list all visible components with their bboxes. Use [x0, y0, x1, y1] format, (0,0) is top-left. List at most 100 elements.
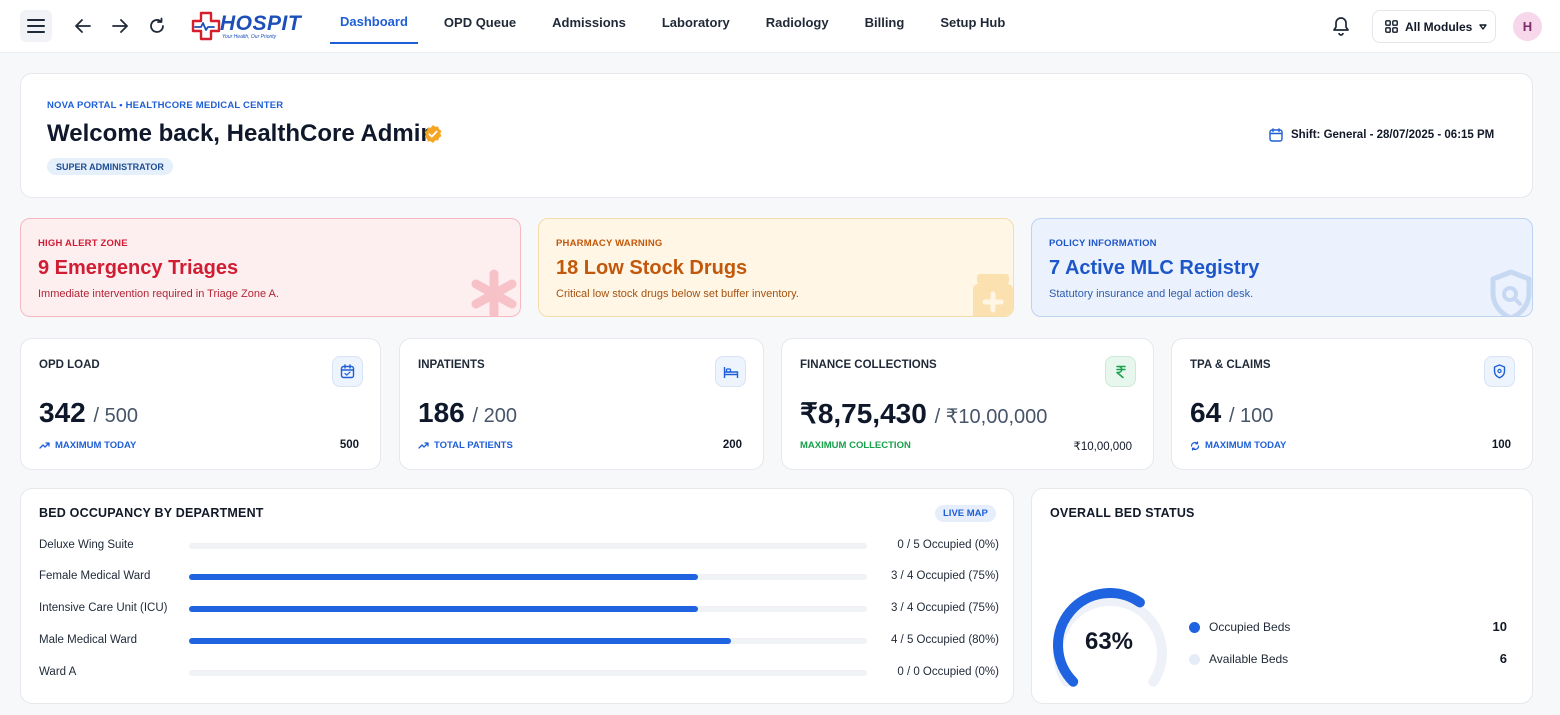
- pharmacy-alert-card[interactable]: PHARMACY WARNING 18 Low Stock Drugs Crit…: [538, 218, 1014, 317]
- occupancy-bar: [189, 574, 867, 580]
- user-avatar[interactable]: H: [1513, 12, 1542, 41]
- alert-kicker: HIGH ALERT ZONE: [38, 238, 128, 249]
- stat-value: 64 / 100: [1190, 397, 1273, 429]
- occupancy-stat: 4 / 5 Occupied (80%): [890, 634, 999, 646]
- grid-icon: [1385, 20, 1398, 33]
- tab-laboratory[interactable]: Laboratory: [652, 0, 740, 44]
- sync-icon: [1190, 440, 1200, 451]
- stat-label: INPATIENTS: [418, 359, 485, 371]
- emergency-alert-card[interactable]: HIGH ALERT ZONE 9 Emergency Triages Imme…: [20, 218, 521, 317]
- tab-dashboard[interactable]: Dashboard: [330, 0, 418, 44]
- department-name: Female Medical Ward: [39, 570, 151, 582]
- occupancy-bar: [189, 606, 867, 612]
- calendar-icon: [1269, 128, 1283, 142]
- asterisk-icon: [471, 269, 517, 316]
- alert-description: Critical low stock drugs below set buffe…: [556, 288, 799, 300]
- welcome-card: NOVA PORTAL • HEALTHCORE MEDICAL CENTER …: [20, 73, 1533, 198]
- stat-footnote: MAXIMUM TODAY: [1190, 440, 1286, 451]
- occupancy-percent: 63%: [1084, 628, 1134, 655]
- top-navigation-bar: HOSPIT Your Health, Our Priority Dashboa…: [0, 0, 1560, 53]
- occupancy-bar-fill: [189, 606, 698, 612]
- shift-text: Shift: General - 28/07/2025 - 06:15 PM: [1291, 129, 1495, 141]
- stat-current: 64: [1190, 397, 1222, 428]
- occupancy-bar-fill: [189, 574, 698, 580]
- alert-kicker: PHARMACY WARNING: [556, 238, 663, 249]
- shift-info: Shift: General - 28/07/2025 - 06:15 PM: [1269, 128, 1494, 142]
- refresh-icon[interactable]: [145, 14, 169, 38]
- tpa-claims-card[interactable]: TPA & CLAIMS 64 / 100 MAXIMUM TODAY 100: [1171, 338, 1533, 470]
- occupancy-stat: 3 / 4 Occupied (75%): [890, 602, 999, 614]
- opd-load-card[interactable]: OPD LOAD 342 / 500 MAXIMUM TODAY 500: [20, 338, 381, 470]
- breadcrumb: NOVA PORTAL • HEALTHCORE MEDICAL CENTER: [47, 100, 284, 111]
- overall-bed-status-card: OVERALL BED STATUS 63% Occupied Beds 10 …: [1031, 488, 1533, 704]
- tab-setup-hub[interactable]: Setup Hub: [930, 0, 1015, 44]
- stat-foot-label: TOTAL PATIENTS: [434, 440, 513, 451]
- stat-current: 186: [418, 397, 465, 428]
- department-name: Intensive Care Unit (ICU): [39, 602, 168, 614]
- stat-max: / ₹10,00,000: [934, 406, 1048, 428]
- notification-bell-icon[interactable]: [1329, 14, 1353, 38]
- main-tabs: Dashboard OPD Queue Admissions Laborator…: [330, 0, 1031, 53]
- live-map-badge[interactable]: LIVE MAP: [935, 505, 996, 522]
- department-row: Ward A 0 / 0 Occupied (0%): [39, 663, 999, 683]
- all-modules-button[interactable]: All Modules: [1372, 10, 1496, 43]
- department-row: Deluxe Wing Suite 0 / 5 Occupied (0%): [39, 536, 999, 556]
- inpatients-card[interactable]: INPATIENTS 186 / 200 TOTAL PATIENTS 200: [399, 338, 764, 470]
- calendar-icon: [332, 356, 363, 387]
- shield-search-icon: [1490, 269, 1532, 316]
- department-row: Female Medical Ward 3 / 4 Occupied (75%): [39, 567, 999, 587]
- medicine-box-icon: [973, 274, 1013, 316]
- department-name: Deluxe Wing Suite: [39, 539, 134, 551]
- bed-icon: [715, 356, 746, 387]
- alert-title: 18 Low Stock Drugs: [556, 257, 748, 279]
- alert-kicker: POLICY INFORMATION: [1049, 238, 1157, 249]
- brand-name: HOSPIT: [220, 12, 302, 35]
- department-name: Male Medical Ward: [39, 634, 137, 646]
- stat-label: TPA & CLAIMS: [1190, 359, 1271, 371]
- stat-current: 342: [39, 397, 86, 428]
- alert-description: Statutory insurance and legal action des…: [1049, 288, 1254, 300]
- stat-current: ₹8,75,430: [800, 398, 927, 429]
- policy-alert-card[interactable]: POLICY INFORMATION 7 Active MLC Registry…: [1031, 218, 1533, 317]
- tab-radiology[interactable]: Radiology: [756, 0, 839, 44]
- occupancy-stat: 3 / 4 Occupied (75%): [890, 570, 999, 582]
- legend-value: 6: [1499, 651, 1507, 666]
- stat-value: 342 / 500: [39, 397, 138, 429]
- occupancy-bar: [189, 670, 867, 676]
- hospital-logo[interactable]: HOSPIT Your Health, Our Priority: [190, 10, 302, 42]
- tab-admissions[interactable]: Admissions: [542, 0, 636, 44]
- stat-foot-label: MAXIMUM TODAY: [55, 440, 137, 451]
- occupancy-stat: 0 / 5 Occupied (0%): [897, 539, 999, 551]
- legend-occupied: Occupied Beds 10: [1189, 617, 1507, 637]
- legend-label: Available Beds: [1209, 652, 1289, 666]
- verified-badge-icon: [424, 125, 442, 143]
- page-title: Welcome back, HealthCore Admin: [47, 120, 436, 147]
- legend-dot: [1189, 622, 1200, 633]
- stat-footnote: MAXIMUM COLLECTION: [800, 440, 911, 451]
- brand-tagline: Your Health, Our Priority: [222, 34, 277, 40]
- tab-billing[interactable]: Billing: [855, 0, 915, 44]
- stat-foot-label: MAXIMUM COLLECTION: [800, 440, 911, 451]
- occupancy-bar: [189, 543, 867, 549]
- legend-dot: [1189, 654, 1200, 665]
- stat-max: / 500: [93, 405, 138, 427]
- forward-arrow-icon[interactable]: [108, 14, 132, 38]
- stat-max: / 200: [472, 405, 517, 427]
- stat-label: OPD LOAD: [39, 359, 100, 371]
- section-title: OVERALL BED STATUS: [1050, 506, 1195, 520]
- back-arrow-icon[interactable]: [71, 14, 95, 38]
- stat-footnote: TOTAL PATIENTS: [418, 440, 513, 451]
- department-row: Male Medical Ward 4 / 5 Occupied (80%): [39, 631, 999, 651]
- shield-icon: [1484, 356, 1515, 387]
- tab-opd-queue[interactable]: OPD Queue: [434, 0, 526, 44]
- rupee-icon: [1105, 356, 1136, 387]
- occupancy-bar: [189, 638, 867, 644]
- finance-collections-card[interactable]: FINANCE COLLECTIONS ₹8,75,430 / ₹10,00,0…: [781, 338, 1154, 470]
- hamburger-menu-icon[interactable]: [20, 10, 52, 42]
- chevron-down-icon: [1479, 23, 1488, 30]
- stat-value: ₹8,75,430 / ₹10,00,000: [800, 397, 1047, 430]
- department-name: Ward A: [39, 666, 77, 678]
- stat-label: FINANCE COLLECTIONS: [800, 359, 937, 371]
- alert-title: 7 Active MLC Registry: [1049, 257, 1260, 279]
- stat-footnote: MAXIMUM TODAY: [39, 440, 136, 451]
